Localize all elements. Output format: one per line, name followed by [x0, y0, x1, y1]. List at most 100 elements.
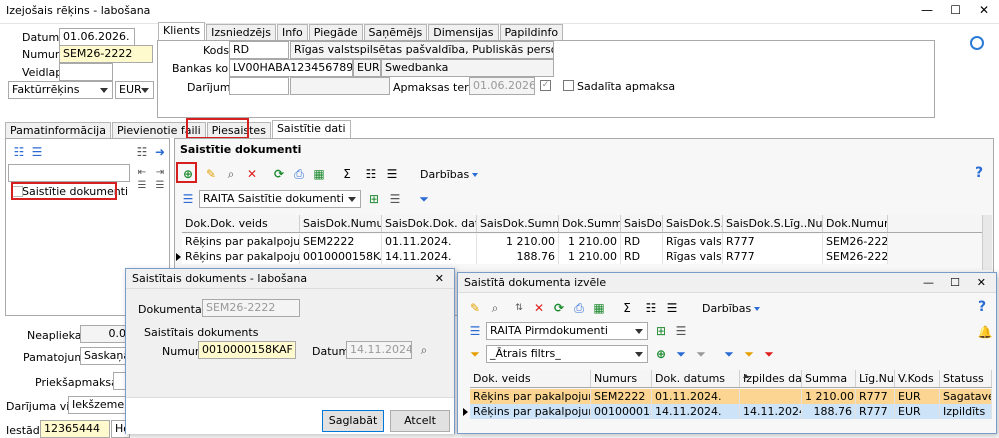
- columns-icon[interactable]: ☷: [362, 165, 380, 183]
- layout-icon[interactable]: ☰: [179, 190, 197, 208]
- tab-saistitie-dati[interactable]: Saistītie dati: [271, 120, 351, 138]
- delete-icon[interactable]: ✕: [530, 299, 548, 317]
- tab-papildinfo[interactable]: Papildinfo: [499, 24, 564, 40]
- list-icon[interactable]: ☷: [133, 143, 151, 161]
- print-icon[interactable]: ⎙: [570, 299, 588, 317]
- table-row[interactable]: Rēķins par pakalpojumiem SEM2222 01.11.2…: [182, 234, 888, 249]
- neaplek-input[interactable]: 0.0: [80, 325, 130, 343]
- tab-sanemejs[interactable]: Saņēmējs: [363, 24, 428, 40]
- filter-edit-icon[interactable]: ⏷: [740, 345, 758, 363]
- filter-apply-icon[interactable]: ⏷: [672, 345, 690, 363]
- table-row-selected[interactable]: Rēķins par pakalpojumiem 001000015... 14…: [470, 404, 992, 419]
- tab-pamatinformacija[interactable]: Pamatinformācija: [5, 122, 111, 138]
- actions-menu[interactable]: Darbības: [420, 168, 479, 181]
- darijums-input[interactable]: [229, 77, 289, 95]
- print-icon[interactable]: ⎙: [290, 165, 308, 183]
- table-scrollbar[interactable]: [982, 215, 992, 270]
- col-saisdok-skl[interactable]: SaisDok.S.Kl...: [663, 215, 723, 232]
- col-dok-summa[interactable]: Dok.Summa: [559, 215, 621, 232]
- datums-input[interactable]: 14.11.2024.: [346, 341, 412, 359]
- col-dok-veids[interactable]: Dok. veids: [470, 370, 591, 387]
- close-icon[interactable]: ✕: [435, 272, 444, 285]
- vieta-select[interactable]: Iekšzeme (I): [68, 396, 130, 414]
- edit-icon[interactable]: ✎: [466, 299, 484, 317]
- view-icon[interactable]: ⌕: [486, 299, 504, 317]
- minimize-icon[interactable]: —: [921, 3, 933, 17]
- col-lig-nu[interactable]: Līg.Nu...: [856, 370, 895, 387]
- quick-filter-select[interactable]: _Ātrais filtrs_: [486, 345, 648, 363]
- tab-klients[interactable]: Klients: [158, 22, 206, 40]
- tree-collapse-icon[interactable]: ☰: [28, 143, 46, 161]
- numurs-input[interactable]: SEM26-2222: [59, 45, 153, 63]
- col-saisdok-datums[interactable]: SaisDok.Dok. datums: [382, 215, 477, 232]
- tab-pievienotie-faili[interactable]: Pievienotie faili: [111, 122, 206, 138]
- table-row[interactable]: Rēķins par pakalpojumiem SEM2222 01.11.2…: [470, 389, 992, 404]
- filter-save-icon[interactable]: ⏷: [720, 345, 738, 363]
- col-v-kods[interactable]: V.Kods: [895, 370, 940, 387]
- currency-select[interactable]: EUR: [115, 81, 154, 99]
- funnel-icon[interactable]: ⏷: [466, 345, 484, 363]
- tree-search-input[interactable]: [8, 164, 130, 182]
- tree-expand-icon[interactable]: ☷: [10, 143, 28, 161]
- filter-icon[interactable]: ⏷: [415, 190, 433, 208]
- sum-icon[interactable]: Σ: [618, 299, 636, 317]
- filter-clear-icon[interactable]: ☰: [151, 177, 169, 195]
- filter-add-icon[interactable]: ⊕: [652, 345, 670, 363]
- tab-info[interactable]: Info: [276, 24, 308, 40]
- layout-list-icon[interactable]: ☰: [386, 190, 404, 208]
- col-dok-veids[interactable]: Dok.Dok. veids: [182, 215, 300, 232]
- export-excel-icon[interactable]: ▦: [310, 165, 328, 183]
- refresh-icon[interactable]: ⟳: [270, 165, 288, 183]
- datums-input[interactable]: 01.06.2026.: [59, 28, 135, 46]
- col-summa[interactable]: Summa: [802, 370, 856, 387]
- columns-icon[interactable]: ☷: [642, 299, 660, 317]
- sum-icon[interactable]: Σ: [338, 165, 356, 183]
- col-izpildes-datums[interactable]: Izpildes datu...: [740, 370, 802, 387]
- veidlapa-input[interactable]: [59, 63, 113, 81]
- filter-list-icon[interactable]: ☰: [133, 177, 151, 195]
- export-excel-icon[interactable]: ▦: [590, 299, 608, 317]
- cancel-button[interactable]: Atcelt: [390, 410, 450, 432]
- tab-izsniedzejs[interactable]: Izsniedzējs: [206, 24, 276, 40]
- split-payment-checkbox[interactable]: [563, 80, 574, 91]
- tab-piegade[interactable]: Piegāde: [308, 24, 363, 40]
- col-saisdok-numurs[interactable]: SaisDok.Numurs: [300, 215, 382, 232]
- maximize-icon[interactable]: ☐: [950, 276, 960, 289]
- term-checkbox[interactable]: ✓: [540, 80, 551, 91]
- save-button[interactable]: Saglabāt: [322, 410, 384, 432]
- refresh-icon[interactable]: ⟳: [550, 299, 568, 317]
- close-icon[interactable]: ✕: [979, 3, 989, 17]
- iestade-input[interactable]: 12365444: [40, 420, 110, 438]
- layout-list-icon[interactable]: ☰: [672, 322, 690, 340]
- sort-icon[interactable]: ☰: [383, 165, 401, 183]
- bell-icon[interactable]: 🔔: [976, 323, 994, 341]
- col-dok-numurs[interactable]: Dok.Numurs: [823, 215, 888, 232]
- layout-add-icon[interactable]: ⊞: [365, 190, 383, 208]
- table-row[interactable]: Rēķins par pakalpojumiem 0010000158KAF 1…: [182, 249, 888, 264]
- close-icon[interactable]: ✕: [977, 276, 986, 289]
- col-saisdo[interactable]: SaisDo...: [621, 215, 663, 232]
- col-saisdok-lig[interactable]: SaisDok.S.Līg..Numurs: [723, 215, 823, 232]
- col-statuss[interactable]: Statuss: [940, 370, 992, 387]
- search-chat-icon[interactable]: [970, 36, 984, 50]
- layout-icon[interactable]: ☰: [466, 322, 484, 340]
- minimize-icon[interactable]: —: [923, 276, 934, 289]
- sort-az-icon[interactable]: ⇅: [510, 299, 528, 317]
- filter-clear-icon[interactable]: ⏷: [760, 345, 778, 363]
- layout-select[interactable]: RAITA Saistītie dokumenti: [199, 190, 361, 208]
- delete-icon[interactable]: ✕: [243, 165, 261, 183]
- sort-icon[interactable]: ☰: [663, 299, 681, 317]
- view-icon[interactable]: ⌕: [222, 165, 240, 183]
- arrow-right-icon[interactable]: ➜: [151, 143, 169, 161]
- tab-dimensijas[interactable]: Dimensijas: [428, 24, 499, 40]
- filter-remove-icon[interactable]: ⏷: [692, 345, 710, 363]
- pamat-input[interactable]: Saskaņā ar: [80, 347, 130, 365]
- tab-piesaistes[interactable]: Piesaistes: [206, 122, 271, 138]
- numurs-input[interactable]: 0010000158KAF: [198, 341, 296, 359]
- maximize-icon[interactable]: ☐: [950, 3, 961, 17]
- lookup-icon[interactable]: ⌕: [415, 341, 433, 359]
- add-document-icon[interactable]: ⊕: [179, 165, 197, 183]
- col-dok-datums[interactable]: Dok. datums: [652, 370, 740, 387]
- layout-add-icon[interactable]: ⊞: [652, 322, 670, 340]
- col-saisdok-summa[interactable]: SaisDok.Summa: [477, 215, 559, 232]
